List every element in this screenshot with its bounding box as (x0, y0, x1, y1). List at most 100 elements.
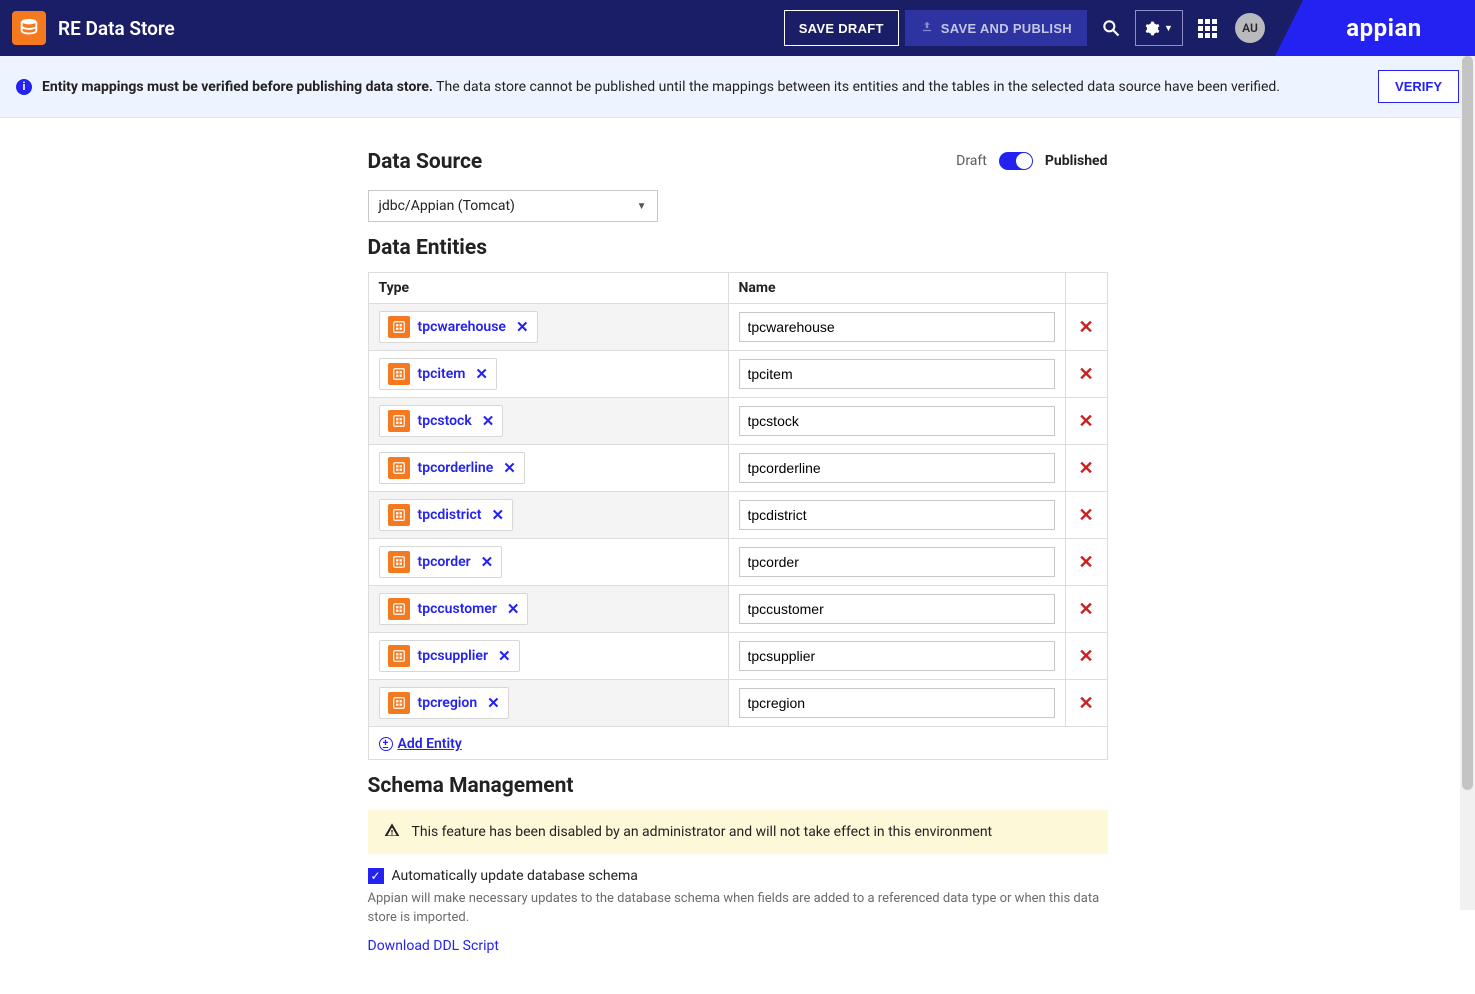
clear-type-icon[interactable]: ✕ (481, 553, 494, 571)
main-content: Data Source Draft Published jdbc/Appian … (358, 136, 1118, 954)
verify-button[interactable]: VERIFY (1378, 70, 1459, 103)
datatype-icon (388, 363, 410, 385)
clear-type-icon[interactable]: ✕ (507, 600, 520, 618)
delete-row-icon[interactable]: ✕ (1078, 693, 1093, 714)
entity-name-input[interactable] (739, 453, 1055, 483)
type-link[interactable]: tpcorder (418, 554, 471, 570)
type-chip: tpcsupplier ✕ (379, 640, 520, 672)
type-link[interactable]: tpccustomer (418, 601, 497, 617)
type-chip: tpcwarehouse ✕ (379, 311, 538, 343)
upload-icon (920, 20, 934, 37)
type-link[interactable]: tpcregion (418, 695, 478, 711)
info-icon: i (16, 79, 32, 95)
type-link[interactable]: tpcorderline (418, 460, 494, 476)
section-schema: Schema Management (368, 774, 1108, 798)
apps-grid-button[interactable] (1189, 10, 1225, 46)
clear-type-icon[interactable]: ✕ (498, 647, 511, 665)
type-link[interactable]: tpcitem (418, 366, 466, 382)
entity-name-input[interactable] (739, 500, 1055, 530)
clear-type-icon[interactable]: ✕ (487, 694, 500, 712)
settings-menu-button[interactable]: ▼ (1135, 10, 1183, 46)
toggle-label-draft: Draft (956, 153, 987, 169)
datatype-icon (388, 410, 410, 432)
brand-logo: appian (1275, 0, 1475, 56)
section-data-entities: Data Entities (368, 236, 1108, 260)
clear-type-icon[interactable]: ✕ (503, 459, 516, 477)
table-row: tpcregion ✕ ✕ (368, 680, 1107, 727)
table-row: tpccustomer ✕ ✕ (368, 586, 1107, 633)
entity-name-input[interactable] (739, 547, 1055, 577)
entity-name-input[interactable] (739, 312, 1055, 342)
delete-row-icon[interactable]: ✕ (1078, 505, 1093, 526)
table-row: tpcsupplier ✕ ✕ (368, 633, 1107, 680)
type-link[interactable]: tpcdistrict (418, 507, 482, 523)
col-type: Type (368, 273, 728, 304)
publish-switch[interactable] (999, 152, 1033, 170)
download-ddl-link[interactable]: Download DDL Script (368, 938, 499, 954)
datatype-icon (388, 598, 410, 620)
data-source-select[interactable]: jdbc/Appian (Tomcat) ▼ (368, 190, 658, 222)
col-actions (1065, 273, 1107, 304)
datatype-icon (388, 316, 410, 338)
banner-message: Entity mappings must be verified before … (42, 79, 1280, 95)
scrollbar[interactable] (1460, 56, 1475, 910)
type-chip: tpcitem ✕ (379, 358, 498, 390)
table-row: tpcorder ✕ ✕ (368, 539, 1107, 586)
delete-row-icon[interactable]: ✕ (1078, 552, 1093, 573)
type-link[interactable]: tpcwarehouse (418, 319, 506, 335)
table-row: tpcstock ✕ ✕ (368, 398, 1107, 445)
chevron-down-icon: ▼ (637, 201, 647, 212)
add-entity-link[interactable]: + Add Entity (379, 736, 462, 752)
apps-grid-icon (1198, 19, 1217, 38)
datatype-icon (388, 551, 410, 573)
header-bar: RE Data Store SAVE DRAFT SAVE AND PUBLIS… (0, 0, 1475, 56)
entity-name-input[interactable] (739, 688, 1055, 718)
data-source-value: jdbc/Appian (Tomcat) (379, 198, 515, 214)
datatype-icon (388, 457, 410, 479)
clear-type-icon[interactable]: ✕ (482, 412, 495, 430)
delete-row-icon[interactable]: ✕ (1078, 599, 1093, 620)
datatype-icon (388, 645, 410, 667)
toggle-label-published: Published (1045, 153, 1108, 169)
entity-name-input[interactable] (739, 641, 1055, 671)
clear-type-icon[interactable]: ✕ (516, 318, 529, 336)
entities-table: Type Name tpcwarehouse✕✕tpcitem✕✕tpcstoc… (368, 272, 1108, 760)
col-name: Name (728, 273, 1065, 304)
datatype-icon (388, 692, 410, 714)
save-draft-button[interactable]: SAVE DRAFT (784, 10, 899, 46)
delete-row-icon[interactable]: ✕ (1078, 317, 1093, 338)
type-link[interactable]: tpcsupplier (418, 648, 489, 664)
table-row: tpcitem ✕ ✕ (368, 351, 1107, 398)
warning-icon (384, 822, 400, 842)
delete-row-icon[interactable]: ✕ (1078, 458, 1093, 479)
delete-row-icon[interactable]: ✕ (1078, 411, 1093, 432)
entity-name-input[interactable] (739, 359, 1055, 389)
auto-update-checkbox[interactable]: ✓ (368, 868, 384, 884)
delete-row-icon[interactable]: ✕ (1078, 364, 1093, 385)
search-button[interactable] (1093, 10, 1129, 46)
datastore-icon (12, 11, 46, 45)
draft-published-toggle: Draft Published (956, 152, 1107, 170)
type-chip: tpcregion ✕ (379, 687, 509, 719)
user-avatar[interactable]: AU (1235, 13, 1265, 43)
entity-name-input[interactable] (739, 594, 1055, 624)
table-row: tpcdistrict ✕ ✕ (368, 492, 1107, 539)
section-data-source: Data Source (368, 150, 927, 174)
type-chip: tpcdistrict ✕ (379, 499, 514, 531)
type-chip: tpccustomer ✕ (379, 593, 529, 625)
table-row: tpcorderline ✕ ✕ (368, 445, 1107, 492)
clear-type-icon[interactable]: ✕ (475, 365, 488, 383)
chevron-down-icon: ▼ (1164, 23, 1173, 34)
type-link[interactable]: tpcstock (418, 413, 472, 429)
datatype-icon (388, 504, 410, 526)
entity-name-input[interactable] (739, 406, 1055, 436)
clear-type-icon[interactable]: ✕ (491, 506, 504, 524)
delete-row-icon[interactable]: ✕ (1078, 646, 1093, 667)
type-chip: tpcorder ✕ (379, 546, 503, 578)
save-and-publish-button[interactable]: SAVE AND PUBLISH (905, 10, 1087, 46)
plus-circle-icon: + (379, 737, 393, 751)
schema-warning-banner: This feature has been disabled by an adm… (368, 810, 1108, 854)
search-icon (1101, 18, 1121, 38)
table-row: tpcwarehouse ✕ ✕ (368, 304, 1107, 351)
verify-banner: i Entity mappings must be verified befor… (0, 56, 1475, 118)
